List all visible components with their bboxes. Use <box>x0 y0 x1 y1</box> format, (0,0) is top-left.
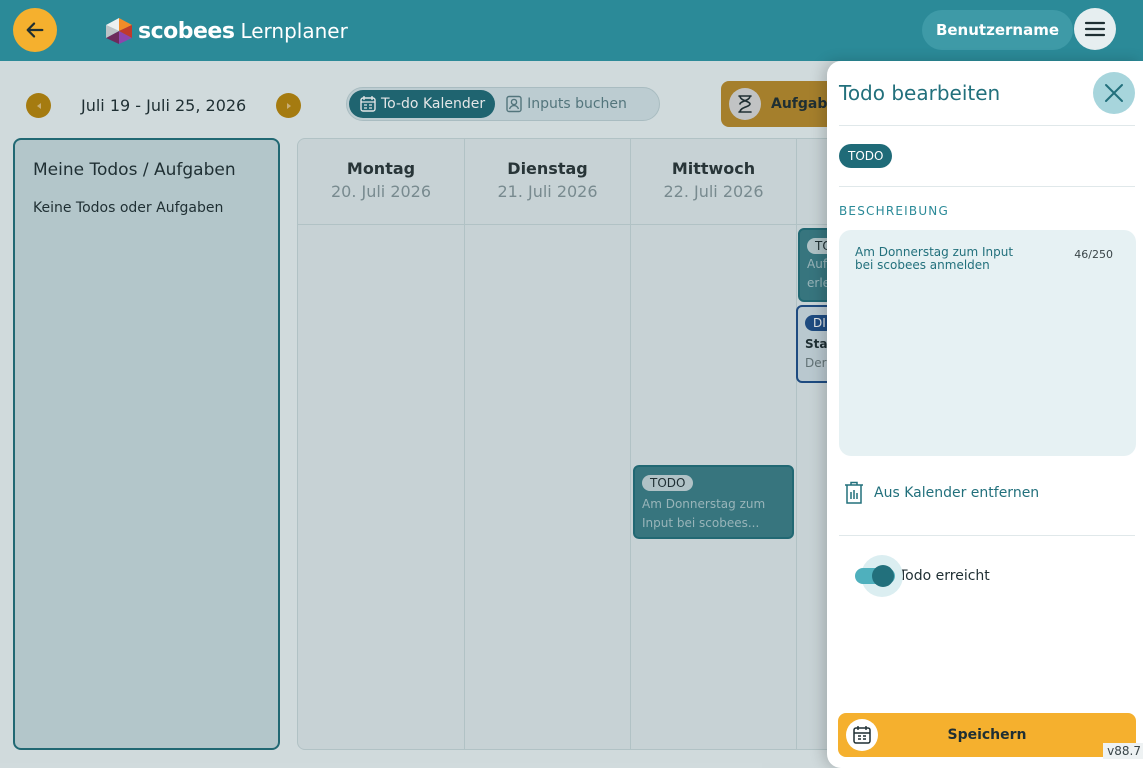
logo-product-text: Lernplaner <box>240 19 348 43</box>
remove-from-calendar-label: Aus Kalender entfernen <box>874 485 1040 501</box>
description-text[interactable]: Am Donnerstag zum Input bei scobees anme… <box>855 246 1035 272</box>
app-version: v88.7 <box>1103 743 1143 759</box>
username-button[interactable]: Benutzername <box>921 10 1073 50</box>
app-logo: scobees Lernplaner <box>104 15 348 47</box>
toggle-knob <box>872 565 894 587</box>
logo-brand-text: scobees <box>138 18 235 44</box>
scobees-logo-icon <box>106 18 132 44</box>
remove-from-calendar-button[interactable]: Aus Kalender entfernen <box>844 481 1039 505</box>
calendar-icon <box>853 726 871 744</box>
divider <box>839 125 1135 126</box>
save-button-label: Speichern <box>947 727 1027 743</box>
save-button[interactable]: Speichern <box>838 713 1136 757</box>
description-field[interactable]: Am Donnerstag zum Input bei scobees anme… <box>839 230 1136 456</box>
description-char-count: 46/250 <box>1074 248 1113 261</box>
back-button[interactable] <box>13 8 57 52</box>
save-icon-wrap <box>846 719 878 751</box>
username-label: Benutzername <box>935 21 1059 39</box>
todo-done-label: Todo erreicht <box>899 568 990 584</box>
menu-button[interactable] <box>1074 8 1116 50</box>
top-bar: scobees Lernplaner Benutzername <box>0 0 1143 61</box>
arrow-left-icon <box>26 22 44 38</box>
edit-todo-drawer: Todo bearbeiten TODO BESCHREIBUNG Am Don… <box>827 61 1143 768</box>
description-label: BESCHREIBUNG <box>839 204 949 218</box>
close-icon <box>1105 84 1123 102</box>
todo-done-toggle[interactable] <box>855 555 903 597</box>
drawer-title: Todo bearbeiten <box>839 81 1001 105</box>
trash-icon <box>845 481 863 504</box>
divider <box>839 186 1135 187</box>
todo-type-badge: TODO <box>839 144 893 168</box>
todo-done-row: Todo erreicht <box>855 555 990 597</box>
close-button[interactable] <box>1093 72 1135 114</box>
hamburger-menu-icon <box>1084 21 1106 37</box>
divider <box>839 535 1135 536</box>
